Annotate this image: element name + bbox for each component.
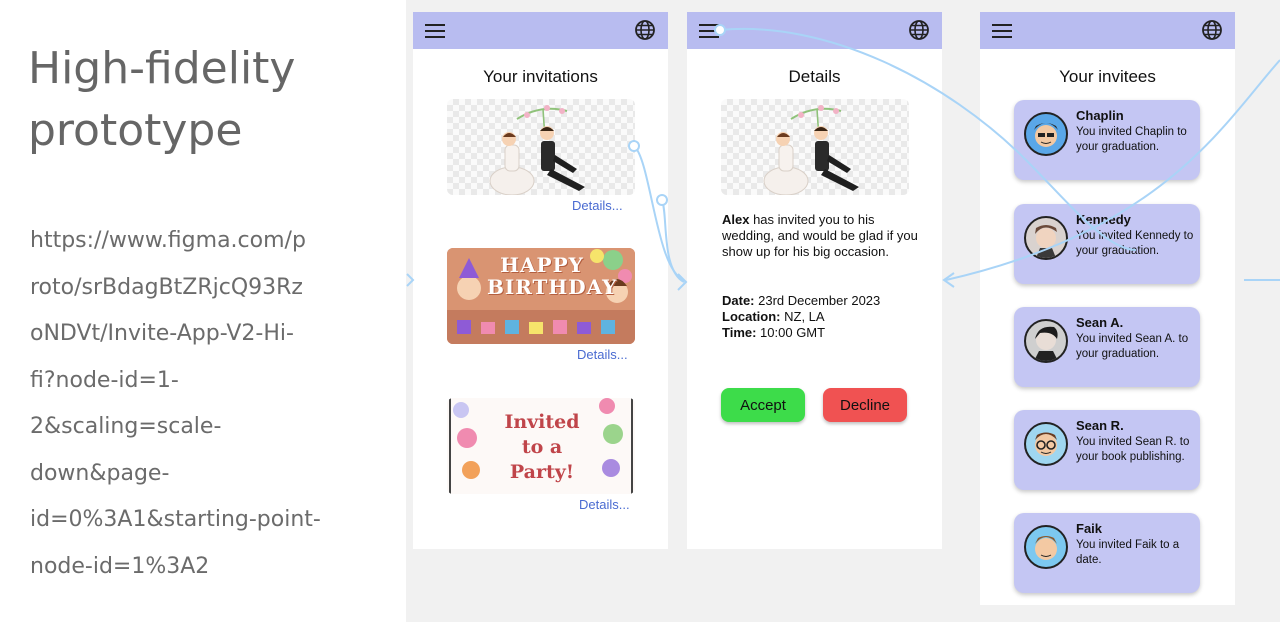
globe-icon[interactable] bbox=[908, 19, 930, 41]
url-line[interactable]: roto/srBdagBtZRjcQ93Rz bbox=[30, 275, 303, 300]
hamburger-menu-icon[interactable] bbox=[992, 24, 1012, 38]
url-line[interactable]: node-id=1%3A2 bbox=[30, 554, 209, 579]
invitee-card[interactable]: Sean A. You invited Sean A. to your grad… bbox=[1014, 307, 1200, 387]
avatar bbox=[1024, 422, 1068, 466]
location-value: NZ, LA bbox=[780, 309, 825, 324]
party-card-line-2: to a Party! bbox=[509, 436, 575, 483]
invitee-description: You invited Chaplin to your graduation. bbox=[1076, 126, 1187, 153]
invitee-name: Sean R. bbox=[1076, 418, 1124, 433]
message-text: has invited you to his wedding, and woul… bbox=[722, 212, 918, 259]
time-label: Time: bbox=[722, 325, 757, 340]
wedding-invitation-image bbox=[721, 99, 909, 195]
slide-title-line-2: prototype bbox=[28, 105, 243, 156]
wedding-couple-illustration bbox=[763, 105, 859, 195]
wedding-invitation-image[interactable] bbox=[447, 99, 635, 195]
prototype-canvas: Your invitations Details... HAPPY BIRTHD… bbox=[406, 0, 1280, 622]
invitee-description: You invited Faik to a date. bbox=[1076, 539, 1180, 566]
wedding-couple-illustration bbox=[489, 105, 585, 195]
time-value: 10:00 GMT bbox=[756, 325, 826, 340]
details-link[interactable]: Details... bbox=[572, 198, 623, 213]
details-link[interactable]: Details... bbox=[579, 497, 630, 512]
avatar bbox=[1024, 525, 1068, 569]
url-line[interactable]: fi?node-id=1- bbox=[30, 368, 179, 393]
invitee-card[interactable]: Faik You invited Faik to a date. bbox=[1014, 513, 1200, 593]
birthday-invitation-image[interactable]: HAPPY BIRTHDAY bbox=[447, 248, 635, 344]
screen-title: Details bbox=[788, 67, 841, 86]
screen-title: Your invitees bbox=[1059, 67, 1156, 86]
avatar bbox=[1024, 319, 1068, 363]
invitee-card[interactable]: Chaplin You invited Chaplin to your grad… bbox=[1014, 100, 1200, 180]
date-value: 23rd December 2023 bbox=[754, 293, 881, 308]
birthday-card-text: HAPPY BIRTHDAY bbox=[487, 253, 618, 299]
host-name: Alex bbox=[722, 212, 750, 227]
details-link[interactable]: Details... bbox=[577, 347, 628, 362]
url-line[interactable]: id=0%3A1&starting-point- bbox=[30, 507, 321, 532]
details-screen: Details Alex has invited you to his wedd… bbox=[687, 12, 942, 549]
invitee-card[interactable]: Kennedy You invited Kennedy to your grad… bbox=[1014, 204, 1200, 284]
invitee-name: Kennedy bbox=[1076, 212, 1131, 227]
invitee-card[interactable]: Sean R. You invited Sean R. to your book… bbox=[1014, 410, 1200, 490]
url-line[interactable]: 2&scaling=scale- bbox=[30, 414, 221, 439]
slide-title-line-1: High-fidelity bbox=[28, 43, 296, 94]
connector-arrowhead bbox=[677, 273, 688, 291]
party-card-text: Invited to a Party! bbox=[487, 410, 597, 485]
avatar bbox=[1024, 112, 1068, 156]
date-label: Date: bbox=[722, 293, 755, 308]
event-location: Location: NZ, LA bbox=[722, 309, 922, 325]
event-date: Date: 23rd December 2023 bbox=[722, 293, 922, 309]
top-bar bbox=[687, 12, 942, 49]
url-line[interactable]: down&page- bbox=[30, 461, 169, 486]
decline-button[interactable]: Decline bbox=[823, 388, 907, 422]
top-bar bbox=[980, 12, 1235, 49]
invitation-message: Alex has invited you to his wedding, and… bbox=[722, 212, 922, 260]
event-time: Time: 10:00 GMT bbox=[722, 325, 922, 341]
event-info: Date: 23rd December 2023 Location: NZ, L… bbox=[722, 293, 922, 341]
accept-button[interactable]: Accept bbox=[721, 388, 805, 422]
connector-arrowhead bbox=[942, 272, 955, 288]
invitees-screen: Your invitees Chaplin You invited Chapli… bbox=[980, 12, 1235, 605]
url-line[interactable]: https://www.figma.com/p bbox=[30, 228, 306, 253]
url-line[interactable]: oNDVt/Invite-App-V2-Hi- bbox=[30, 321, 294, 346]
invitee-description: You invited Sean R. to your book publish… bbox=[1076, 436, 1190, 463]
invitee-name: Chaplin bbox=[1076, 108, 1124, 123]
globe-icon[interactable] bbox=[634, 19, 656, 41]
screen-title: Your invitations bbox=[483, 67, 598, 86]
globe-icon[interactable] bbox=[1201, 19, 1223, 41]
location-label: Location: bbox=[722, 309, 781, 324]
top-bar bbox=[413, 12, 668, 49]
party-invitation-image[interactable]: Invited to a Party! bbox=[447, 398, 635, 494]
invitee-description: You invited Sean A. to your graduation. bbox=[1076, 333, 1189, 360]
party-card-line-1: Invited bbox=[504, 411, 580, 433]
invitee-name: Faik bbox=[1076, 521, 1103, 536]
avatar bbox=[1024, 216, 1068, 260]
invitee-name: Sean A. bbox=[1076, 315, 1124, 330]
invitee-description: You invited Kennedy to your graduation. bbox=[1076, 230, 1194, 257]
hamburger-menu-icon[interactable] bbox=[699, 24, 719, 38]
invitations-screen: Your invitations Details... HAPPY BIRTHD… bbox=[413, 12, 668, 549]
hamburger-menu-icon[interactable] bbox=[425, 24, 445, 38]
slide-title: High-fidelity prototype bbox=[28, 38, 388, 162]
